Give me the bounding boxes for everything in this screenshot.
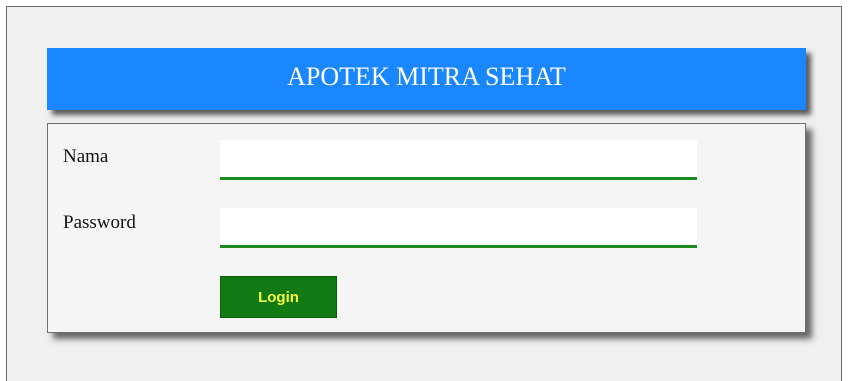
login-form: Nama Password Login: [47, 123, 806, 333]
nama-input[interactable]: [220, 140, 697, 180]
app-header: APOTEK MITRA SEHAT: [47, 48, 806, 110]
login-button[interactable]: Login: [220, 276, 337, 318]
password-label: Password: [63, 212, 136, 233]
password-input[interactable]: [220, 208, 697, 248]
app-title: APOTEK MITRA SEHAT: [287, 62, 566, 91]
nama-label: Nama: [63, 146, 109, 167]
